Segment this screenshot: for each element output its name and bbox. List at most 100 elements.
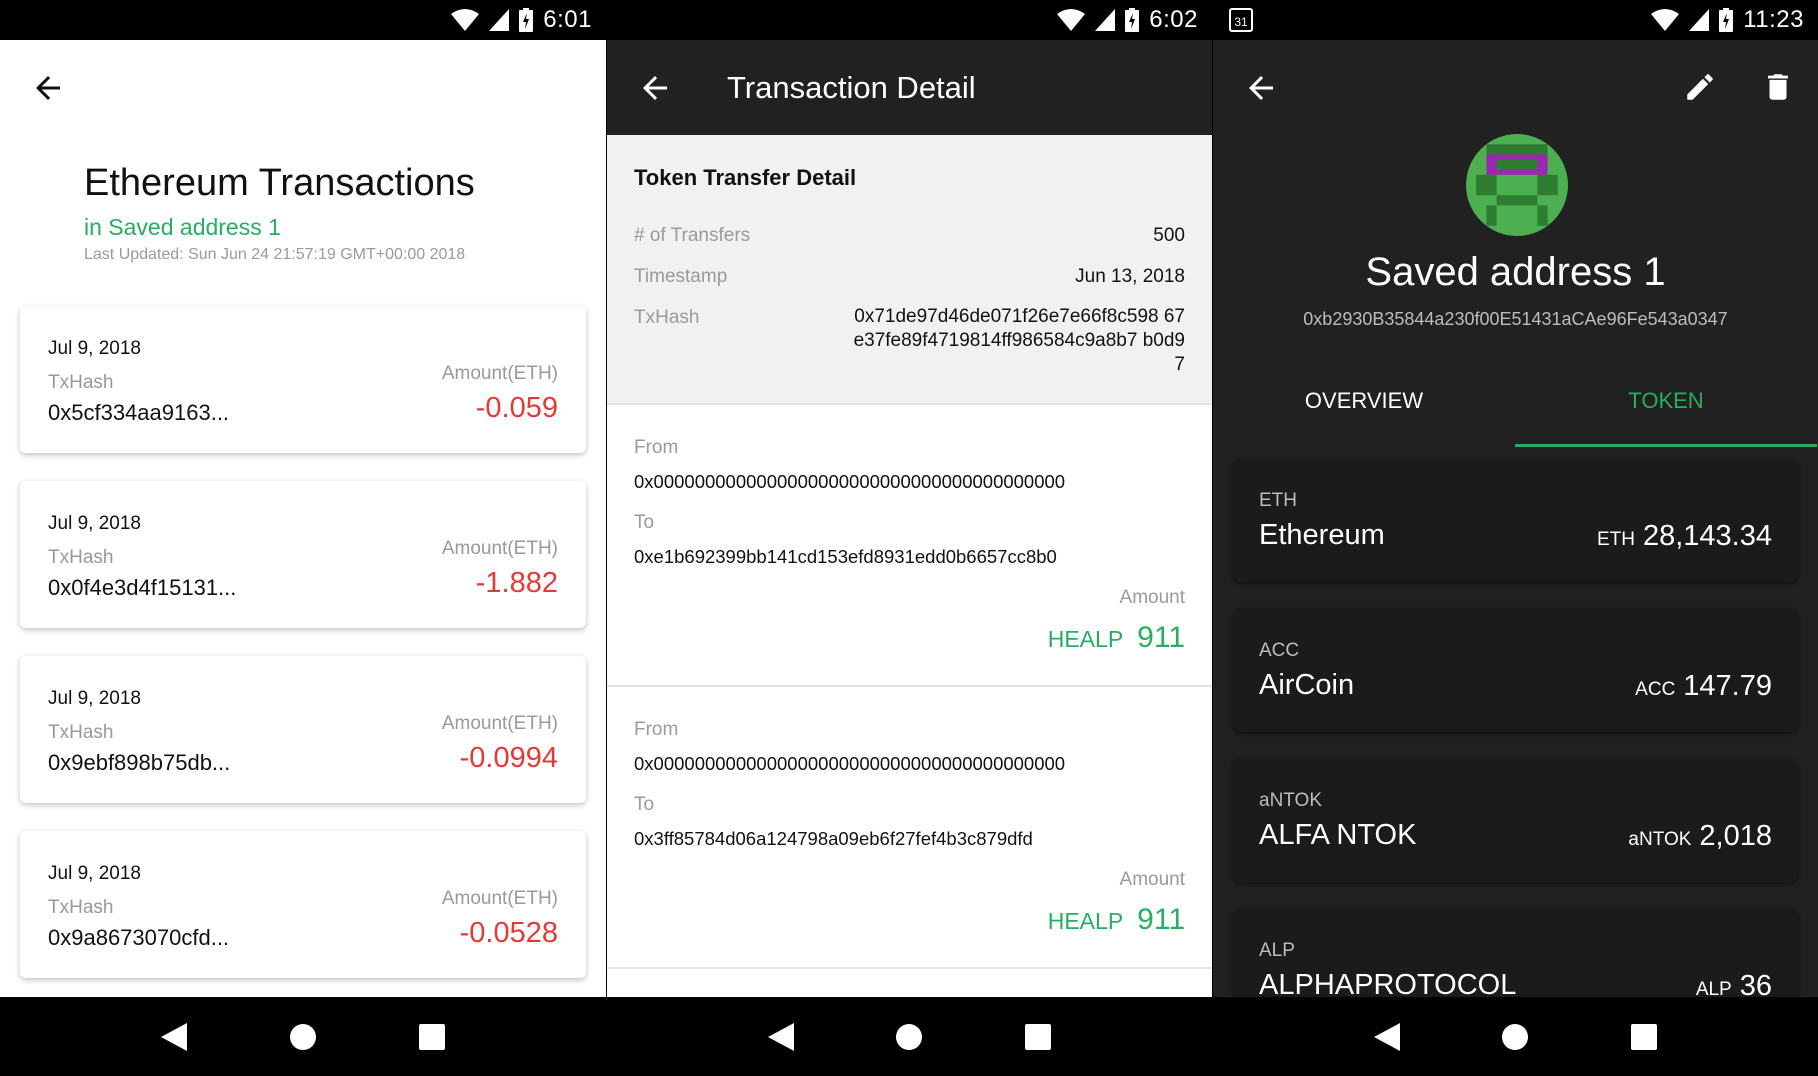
battery-charging-icon [1719, 8, 1734, 32]
from-address: 0x00000000000000000000000000000000000000… [634, 471, 1066, 492]
back-arrow-icon[interactable] [637, 70, 673, 106]
from-address: 0x00000000000000000000000000000000000000… [634, 753, 1066, 774]
tx-hash: 0x0f4e3d4f15131... [48, 575, 237, 600]
nav-recents-icon[interactable] [1627, 1020, 1661, 1054]
token-symbol: ETH [1259, 490, 1297, 511]
amount-label: Amount(ETH) [441, 363, 558, 384]
transfer-item: From 0x000000000000000000000000000000000… [607, 689, 1212, 969]
balance-unit: ETH [1596, 529, 1635, 550]
cell-signal-icon [1689, 9, 1710, 31]
txhash-label: TxHash [48, 722, 114, 743]
last-updated-text: Last Updated: Sun Jun 24 21:57:19 GMT+00… [84, 246, 466, 263]
token-card[interactable]: ACC AirCoin ACC 147.79 [1233, 608, 1798, 732]
tx-hash: 0x9ebf898b75db... [48, 750, 231, 775]
back-arrow-icon[interactable] [1243, 70, 1279, 106]
page-subtitle: in Saved address 1 [84, 214, 281, 240]
nav-home-icon[interactable] [892, 1020, 926, 1054]
txhash-label: TxHash [48, 372, 114, 393]
token-amount: 911 [1137, 621, 1185, 654]
transaction-card[interactable]: Jul 9, 2018 TxHash 0x9a8673070cfd... Amo… [20, 831, 586, 978]
txhash-label: TxHash [634, 307, 700, 328]
calendar-icon: 31 [1229, 8, 1253, 32]
balance-value: 28,143.34 [1642, 520, 1772, 552]
tx-amount: -0.0994 [459, 742, 558, 774]
system-nav-bar [1213, 997, 1818, 1076]
status-bar: 31 11:23 [1213, 0, 1818, 40]
amount-label: Amount(ETH) [441, 713, 558, 734]
address-name: Saved address 1 [1365, 250, 1666, 294]
token-card[interactable]: aNTOK ALFA NTOK aNTOK 2,018 [1233, 758, 1798, 882]
wifi-icon [1651, 9, 1680, 31]
token-name: ALFA NTOK [1259, 819, 1417, 851]
transfer-amount: HEALP 911 [1048, 903, 1185, 937]
nav-back-icon[interactable] [764, 1020, 798, 1054]
txhash-label: TxHash [48, 897, 114, 918]
nav-recents-icon[interactable] [1021, 1020, 1055, 1054]
balance-value: 2,018 [1699, 820, 1772, 852]
balance-unit: aNTOK [1628, 829, 1692, 850]
page-title: Transaction Detail [727, 70, 976, 105]
screen-transaction-detail: 6:02 Transaction Detail Token Transfer D… [607, 0, 1212, 1076]
token-symbol: HEALP [1047, 908, 1124, 934]
tx-date: Jul 9, 2018 [48, 863, 141, 884]
edit-pencil-icon[interactable] [1683, 70, 1717, 104]
status-time: 6:01 [543, 6, 592, 33]
nav-back-icon[interactable] [157, 1020, 191, 1054]
tx-date: Jul 9, 2018 [48, 688, 141, 709]
tx-hash: 0x9a8673070cfd... [48, 925, 230, 950]
transfer-item: From 0x000000000000000000000000000000000… [607, 407, 1212, 687]
from-label: From [634, 437, 679, 458]
timestamp-value: Jun 13, 2018 [1075, 266, 1185, 287]
token-name: AirCoin [1259, 669, 1355, 701]
to-address: 0x3ff85784d06a124798a09eb6f27fef4b3c879d… [634, 828, 1033, 849]
nav-home-icon[interactable] [1498, 1020, 1532, 1054]
transfers-count-label: # of Transfers [634, 225, 751, 246]
txhash-label: TxHash [48, 547, 114, 568]
tx-amount: -1.882 [475, 567, 558, 599]
token-balance: ETH 28,143.34 [1597, 520, 1772, 553]
from-label: From [634, 719, 679, 740]
summary-heading: Token Transfer Detail [634, 165, 857, 190]
transaction-card[interactable]: Jul 9, 2018 TxHash 0x9ebf898b75db... Amo… [20, 656, 586, 803]
transaction-card[interactable]: Jul 9, 2018 TxHash 0x0f4e3d4f15131... Am… [20, 481, 586, 628]
amount-label: Amount [1119, 869, 1185, 890]
tx-amount: -0.059 [475, 392, 558, 424]
status-time: 11:23 [1743, 6, 1804, 33]
app-bar: Transaction Detail [607, 40, 1212, 135]
amount-label: Amount [1119, 587, 1185, 608]
tab-token[interactable]: TOKEN [1515, 370, 1817, 447]
transfers-count-value: 500 [1153, 225, 1185, 246]
transaction-list: Jul 9, 2018 TxHash 0x5cf334aa9163... Amo… [20, 306, 586, 1006]
nav-recents-icon[interactable] [415, 1020, 449, 1054]
wallet-address: 0xb2930B35844a230f00E51431aCAe96Fe543a03… [1303, 309, 1728, 329]
tab-overview[interactable]: OVERVIEW [1213, 370, 1515, 447]
timestamp-label: Timestamp [634, 266, 728, 287]
balance-value: 147.79 [1683, 670, 1772, 702]
token-symbol: HEALP [1047, 626, 1124, 652]
status-bar: 6:02 [607, 0, 1212, 40]
transfer-summary: Token Transfer Detail # of Transfers 500… [607, 135, 1212, 405]
token-symbol: aNTOK [1259, 790, 1323, 811]
balance-unit: ACC [1635, 679, 1676, 700]
cell-signal-icon [489, 9, 510, 31]
token-name: Ethereum [1259, 519, 1385, 551]
back-arrow-icon[interactable] [30, 70, 66, 106]
tx-amount: -0.0528 [459, 917, 558, 949]
nav-back-icon[interactable] [1370, 1020, 1404, 1054]
delete-trash-icon[interactable] [1761, 70, 1795, 104]
page-title: Ethereum Transactions [84, 162, 475, 204]
transaction-card[interactable]: Jul 9, 2018 TxHash 0x5cf334aa9163... Amo… [20, 306, 586, 453]
amount-label: Amount(ETH) [441, 888, 558, 909]
status-bar: 6:01 [0, 0, 606, 40]
wifi-icon [1057, 9, 1086, 31]
to-address: 0xe1b692399bb141cd153efd8931edd0b6657cc8… [634, 546, 1057, 567]
nav-home-icon[interactable] [286, 1020, 320, 1054]
token-symbol: ALP [1259, 940, 1295, 961]
system-nav-bar [0, 997, 606, 1076]
transfer-amount: HEALP 911 [1048, 621, 1185, 655]
system-nav-bar [607, 997, 1212, 1076]
token-card[interactable]: ETH Ethereum ETH 28,143.34 [1233, 458, 1798, 582]
token-amount: 911 [1137, 903, 1185, 936]
wifi-icon [451, 9, 480, 31]
screen-ethereum-transactions: 6:01 Ethereum Transactions in Saved addr… [0, 0, 606, 1076]
